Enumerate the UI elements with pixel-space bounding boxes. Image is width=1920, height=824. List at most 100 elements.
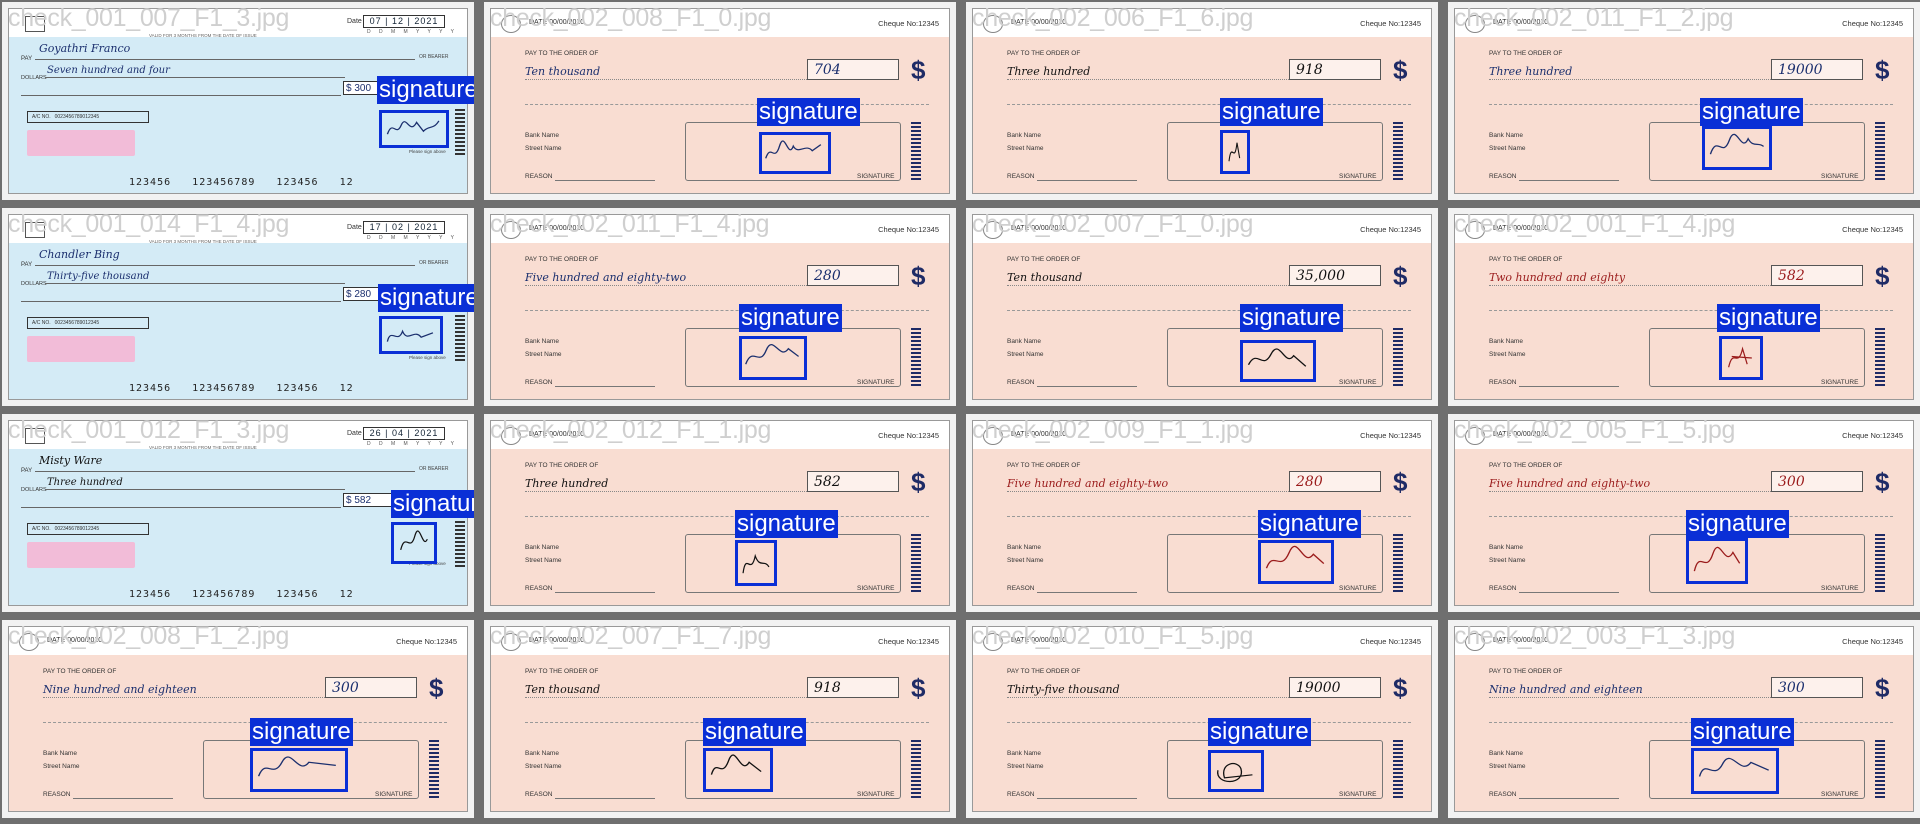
cheque-tile: DATE 00/00/2010 Cheque No:12345 PAY TO T… — [484, 2, 956, 200]
bank-name: Bank Name — [525, 750, 559, 757]
reason-line — [73, 798, 173, 799]
filename-overlay: check_002_007_F1_7.jpg — [490, 622, 772, 650]
reason-label: REASON — [43, 791, 71, 798]
signature-caption: SIGNATURE — [857, 585, 895, 592]
detection-label: signature — [1691, 718, 1794, 746]
signature-bounding-box — [379, 316, 443, 354]
image-grid: Date 07 | 12 | 2021 D D M M Y Y Y Y VALI… — [0, 0, 1920, 824]
detection-label: signature — [1700, 98, 1803, 126]
reason-label: REASON — [1007, 791, 1035, 798]
signature-bounding-box — [1258, 540, 1334, 584]
reason-line — [1519, 386, 1619, 387]
barcode-strip — [1875, 122, 1885, 180]
street-name: Street Name — [1007, 763, 1044, 770]
cheque-tile: DATE 00/00/2010 Cheque No:12345 PAY TO T… — [1448, 414, 1920, 612]
sign-note: Please sign above — [409, 355, 446, 360]
reason-label: REASON — [1489, 173, 1517, 180]
date-format: D D M M Y Y Y Y — [367, 29, 458, 35]
filename-overlay: check_002_010_F1_5.jpg — [972, 622, 1254, 650]
payee-line — [35, 59, 415, 60]
signature-bounding-box — [1702, 126, 1772, 170]
memo-line — [525, 516, 929, 517]
cheque-number: Cheque No:12345 — [1842, 431, 1903, 440]
words-line — [525, 697, 815, 698]
validity-note: VALID FOR 3 MONTHS FROM THE DATE OF ISSU… — [149, 445, 257, 450]
payee-name: Misty Ware — [39, 454, 103, 467]
bank-name: Bank Name — [525, 338, 559, 345]
barcode-strip — [1875, 534, 1885, 592]
cheque-tile: DATE 00/00/2010 Cheque No:12345 PAY TO T… — [2, 620, 474, 818]
cheque-image: DATE 00/00/2010 Cheque No:12345 PAY TO T… — [490, 420, 950, 606]
dollar-sign: $ — [429, 673, 444, 703]
cheque-number: Cheque No:12345 — [878, 19, 939, 28]
detection-label: signature — [739, 304, 842, 332]
amount-box: 280 — [807, 265, 899, 286]
memo-line — [43, 722, 447, 723]
micr-line: 123456 123456789 123456 12 — [129, 177, 354, 188]
signature-caption: SIGNATURE — [1339, 379, 1377, 386]
cheque-tile: DATE 00/00/2010 Cheque No:12345 PAY TO T… — [1448, 620, 1920, 818]
handwritten-signature — [1245, 345, 1311, 377]
memo-line — [1007, 104, 1411, 105]
filename-overlay: check_002_008_F1_0.jpg — [490, 4, 772, 32]
words-line — [1489, 697, 1779, 698]
pay-to-label: PAY TO THE ORDER OF — [1489, 462, 1563, 469]
signature-bounding-box — [391, 522, 437, 564]
account-number-box: A/C NO. 0023456789012345 — [27, 111, 149, 123]
reason-label: REASON — [1007, 585, 1035, 592]
filename-overlay: check_001_007_F1_3.jpg — [8, 4, 290, 32]
ac-no-label: A/C NO. — [32, 114, 51, 120]
detection-label: signature — [703, 718, 806, 746]
amount-box: 280 — [1289, 471, 1381, 492]
reason-line — [555, 798, 655, 799]
dollar-sign: $ — [1393, 55, 1408, 85]
amount-box: 300 — [1771, 677, 1863, 698]
signature-bounding-box — [1208, 750, 1264, 792]
amount-box: 19000 — [1289, 677, 1381, 698]
cheque-image: DATE 00/00/2010 Cheque No:12345 PAY TO T… — [490, 214, 950, 400]
cheque-image: DATE 00/00/2010 Cheque No:12345 PAY TO T… — [972, 626, 1432, 812]
payee-line — [35, 471, 415, 472]
bank-address: Bank Name Street Name — [1489, 747, 1526, 773]
pay-label: PAY — [21, 56, 33, 62]
words-line-2 — [21, 301, 341, 302]
detection-label: signature — [377, 76, 474, 104]
amount-in-words: Seven hundred and four — [47, 65, 170, 76]
words-line-2 — [21, 95, 341, 96]
pay-to-label: PAY TO THE ORDER OF — [1007, 50, 1081, 57]
handwritten-signature — [764, 137, 826, 169]
barcode-strip — [429, 740, 439, 798]
street-name: Street Name — [43, 763, 80, 770]
amount-in-words: Five hundred and eighty-two — [525, 271, 687, 284]
signature-caption: SIGNATURE — [1821, 585, 1859, 592]
handwritten-signature — [1707, 131, 1767, 165]
reason-label: REASON — [525, 173, 553, 180]
words-line — [1007, 697, 1297, 698]
signature-bounding-box — [1691, 748, 1779, 794]
pay-to-label: PAY TO THE ORDER OF — [1489, 50, 1563, 57]
dollar-sign: $ — [1875, 673, 1890, 703]
handwritten-signature — [1696, 753, 1774, 789]
reason-label: REASON — [525, 379, 553, 386]
dollar-sign: $ — [1875, 261, 1890, 291]
filename-overlay: check_002_008_F1_2.jpg — [8, 622, 290, 650]
words-line — [1489, 491, 1779, 492]
cheque-number: Cheque No:12345 — [878, 225, 939, 234]
amount-in-words: Five hundred and eighty-two — [1007, 477, 1169, 490]
words-line — [525, 79, 815, 80]
cheque-number: Cheque No:12345 — [1360, 19, 1421, 28]
date-label: Date — [347, 18, 362, 25]
bank-name: Bank Name — [1489, 132, 1523, 139]
cheque-tile: DATE 00/00/2010 Cheque No:12345 PAY TO T… — [966, 414, 1438, 612]
bank-address: Bank Name Street Name — [1007, 541, 1044, 567]
micr-line: 123456 123456789 123456 12 — [129, 383, 354, 394]
street-name: Street Name — [525, 351, 562, 358]
cheque-number: Cheque No:12345 — [396, 637, 457, 646]
barcode-strip — [1393, 534, 1403, 592]
amount-in-words: Thirty-five thousand — [47, 271, 150, 282]
amount-in-words: Ten thousand — [525, 65, 601, 78]
signature-caption: SIGNATURE — [857, 379, 895, 386]
words-line — [43, 697, 333, 698]
bank-address: Bank Name Street Name — [1489, 541, 1526, 567]
bank-name: Bank Name — [525, 544, 559, 551]
